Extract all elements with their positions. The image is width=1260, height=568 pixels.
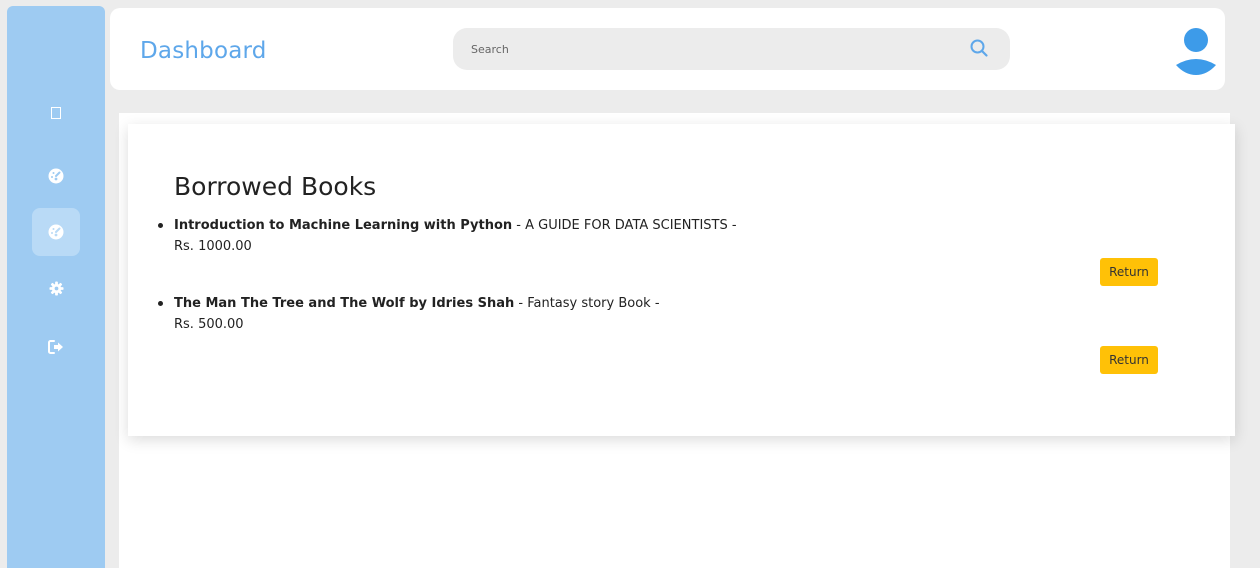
- list-item: The Man The Tree and The Wolf by Idries …: [158, 293, 1198, 335]
- book-price: Rs. 1000.00: [174, 239, 252, 254]
- sidebar-item-menu[interactable]: [32, 89, 80, 137]
- sidebar: [7, 6, 105, 568]
- square-icon: [51, 107, 61, 119]
- user-icon: [1171, 28, 1221, 79]
- section-title: Borrowed Books: [174, 172, 377, 201]
- dashboard-icon: [48, 168, 64, 184]
- sidebar-item-logout[interactable]: [32, 323, 80, 371]
- sidebar-item-borrowed[interactable]: [32, 208, 80, 256]
- return-button[interactable]: Return: [1100, 346, 1158, 374]
- book-title: Introduction to Machine Learning with Py…: [174, 218, 513, 233]
- book-subtitle: - A GUIDE FOR DATA SCIENTISTS -: [512, 218, 737, 233]
- search-input[interactable]: [471, 28, 951, 70]
- book-list: Introduction to Machine Learning with Py…: [158, 215, 1198, 335]
- sidebar-item-settings[interactable]: [32, 264, 80, 312]
- gear-icon: [48, 280, 64, 296]
- book-title: The Man The Tree and The Wolf by Idries …: [174, 296, 515, 311]
- return-button[interactable]: Return: [1100, 258, 1158, 286]
- search-bar: [453, 28, 1010, 70]
- page-title: Dashboard: [140, 38, 267, 64]
- top-header: Dashboard: [110, 8, 1225, 90]
- list-item: Introduction to Machine Learning with Py…: [158, 215, 1198, 257]
- borrowed-books-card: Borrowed Books Introduction to Machine L…: [128, 124, 1235, 436]
- book-price: Rs. 500.00: [174, 317, 244, 332]
- book-subtitle: - Fantasy story Book -: [514, 296, 660, 311]
- user-avatar[interactable]: [1171, 25, 1221, 75]
- dashboard-icon: [48, 224, 64, 240]
- sidebar-item-dashboard[interactable]: [32, 152, 80, 200]
- search-icon[interactable]: [968, 37, 990, 59]
- sign-out-icon: [48, 340, 64, 354]
